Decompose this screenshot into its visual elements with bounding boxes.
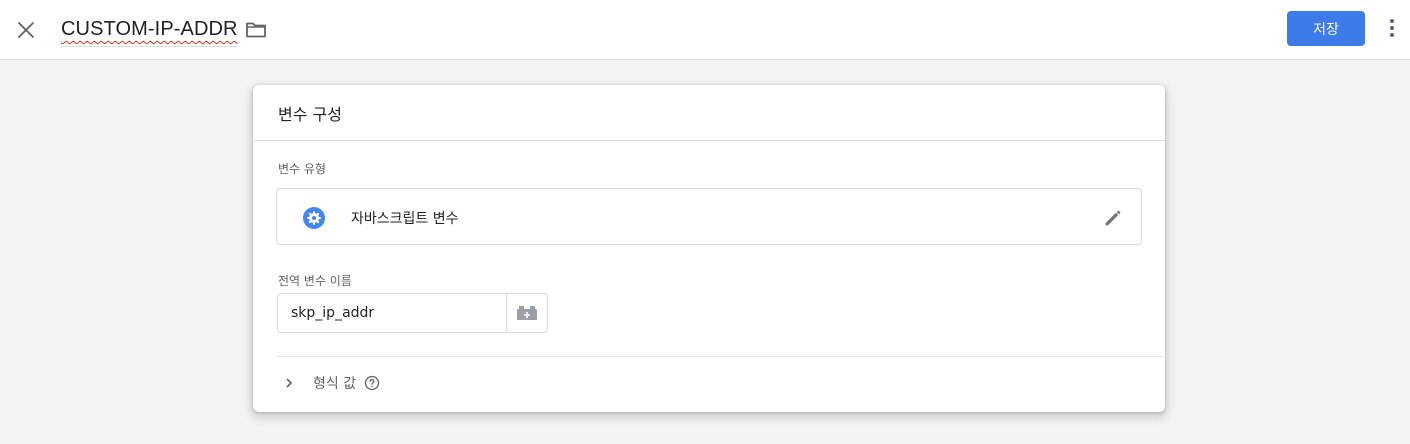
- global-variable-name-label: 전역 변수 이름: [278, 274, 352, 288]
- card-header: 변수 구성: [253, 85, 1165, 141]
- format-value-toggle[interactable]: 형식 값: [277, 369, 380, 397]
- variable-config-card: 변수 구성 변수 유형 자바스크립트 변수 전역 변수 이름 skp_ip_ad…: [253, 85, 1165, 412]
- variable-block-add-icon: [517, 306, 537, 320]
- top-toolbar: CUSTOM-IP-ADDR 저장: [0, 0, 1410, 60]
- section-divider: [277, 356, 1165, 357]
- pencil-icon[interactable]: [1102, 207, 1124, 229]
- more-vert-dot: [1390, 33, 1394, 37]
- variable-type-label: 변수 유형: [278, 162, 326, 176]
- title-field[interactable]: CUSTOM-IP-ADDR: [61, 14, 238, 47]
- more-vert-icon: [1390, 19, 1394, 23]
- card-title: 변수 구성: [278, 104, 342, 124]
- variable-type-selector[interactable]: 자바스크립트 변수: [276, 188, 1142, 245]
- chevron-right-icon: [277, 371, 301, 395]
- help-circle-icon[interactable]: [364, 375, 380, 391]
- global-variable-name-input[interactable]: [278, 294, 506, 332]
- insert-variable-button[interactable]: [506, 294, 547, 332]
- gear-icon: [303, 207, 325, 229]
- close-button[interactable]: [12, 16, 40, 44]
- folder-icon: [246, 22, 266, 38]
- more-options-button[interactable]: [1382, 16, 1402, 40]
- more-vert-dot: [1390, 26, 1394, 30]
- folder-button[interactable]: [244, 18, 268, 42]
- close-icon: [18, 22, 34, 38]
- variable-title[interactable]: CUSTOM-IP-ADDR: [61, 14, 238, 47]
- variable-type-name: 자바스크립트 변수: [351, 211, 459, 227]
- save-button[interactable]: 저장: [1287, 11, 1365, 46]
- format-value-label: 형식 값: [313, 376, 357, 392]
- global-variable-name-field: [277, 293, 548, 333]
